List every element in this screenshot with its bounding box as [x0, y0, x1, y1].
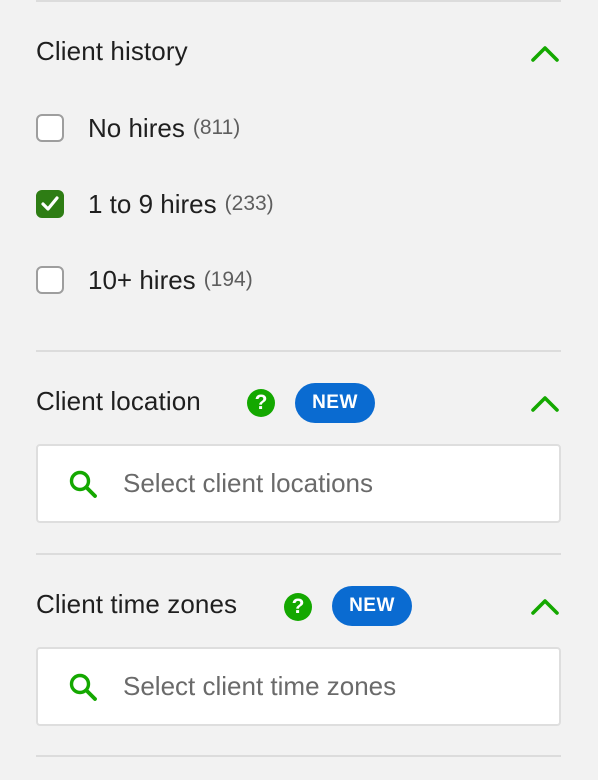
checkbox[interactable] — [36, 266, 64, 294]
checkbox[interactable] — [36, 190, 64, 218]
option-label: 10+ hires — [88, 264, 196, 295]
divider — [36, 553, 561, 555]
checkbox[interactable] — [36, 114, 64, 142]
checkbox-no-hires[interactable]: No hires (811) — [36, 112, 240, 144]
option-count: (194) — [203, 268, 253, 291]
search-icon — [69, 470, 97, 498]
client-location-search-input[interactable]: Select client locations — [36, 444, 561, 523]
search-placeholder: Select client locations — [123, 468, 374, 498]
help-icon[interactable]: ? — [284, 593, 312, 621]
chevron-up-icon[interactable] — [530, 42, 560, 64]
filter-panel: Client history No hires (811) 1 to 9 hir… — [0, 0, 598, 780]
checkmark-icon — [41, 196, 59, 211]
new-badge: NEW — [295, 383, 375, 423]
search-icon — [69, 673, 97, 701]
divider — [36, 755, 561, 757]
option-label: 1 to 9 hires — [88, 188, 217, 219]
option-label: No hires — [88, 112, 185, 143]
search-placeholder: Select client time zones — [123, 671, 397, 701]
client-time-zones-title: Client time zones — [36, 589, 238, 619]
checkbox-10-plus-hires[interactable]: 10+ hires (194) — [36, 264, 253, 296]
option-count: (233) — [224, 192, 274, 215]
divider — [36, 350, 561, 352]
client-location-title: Client location — [36, 386, 201, 416]
checkbox-1-to-9-hires[interactable]: 1 to 9 hires (233) — [36, 188, 274, 220]
option-count: (811) — [192, 116, 241, 139]
help-icon[interactable]: ? — [247, 389, 275, 417]
chevron-up-icon[interactable] — [530, 392, 560, 414]
client-history-title: Client history — [36, 36, 188, 66]
chevron-up-icon[interactable] — [530, 595, 560, 617]
new-badge: NEW — [332, 586, 412, 626]
divider — [36, 0, 561, 2]
client-time-zones-search-input[interactable]: Select client time zones — [36, 647, 561, 726]
